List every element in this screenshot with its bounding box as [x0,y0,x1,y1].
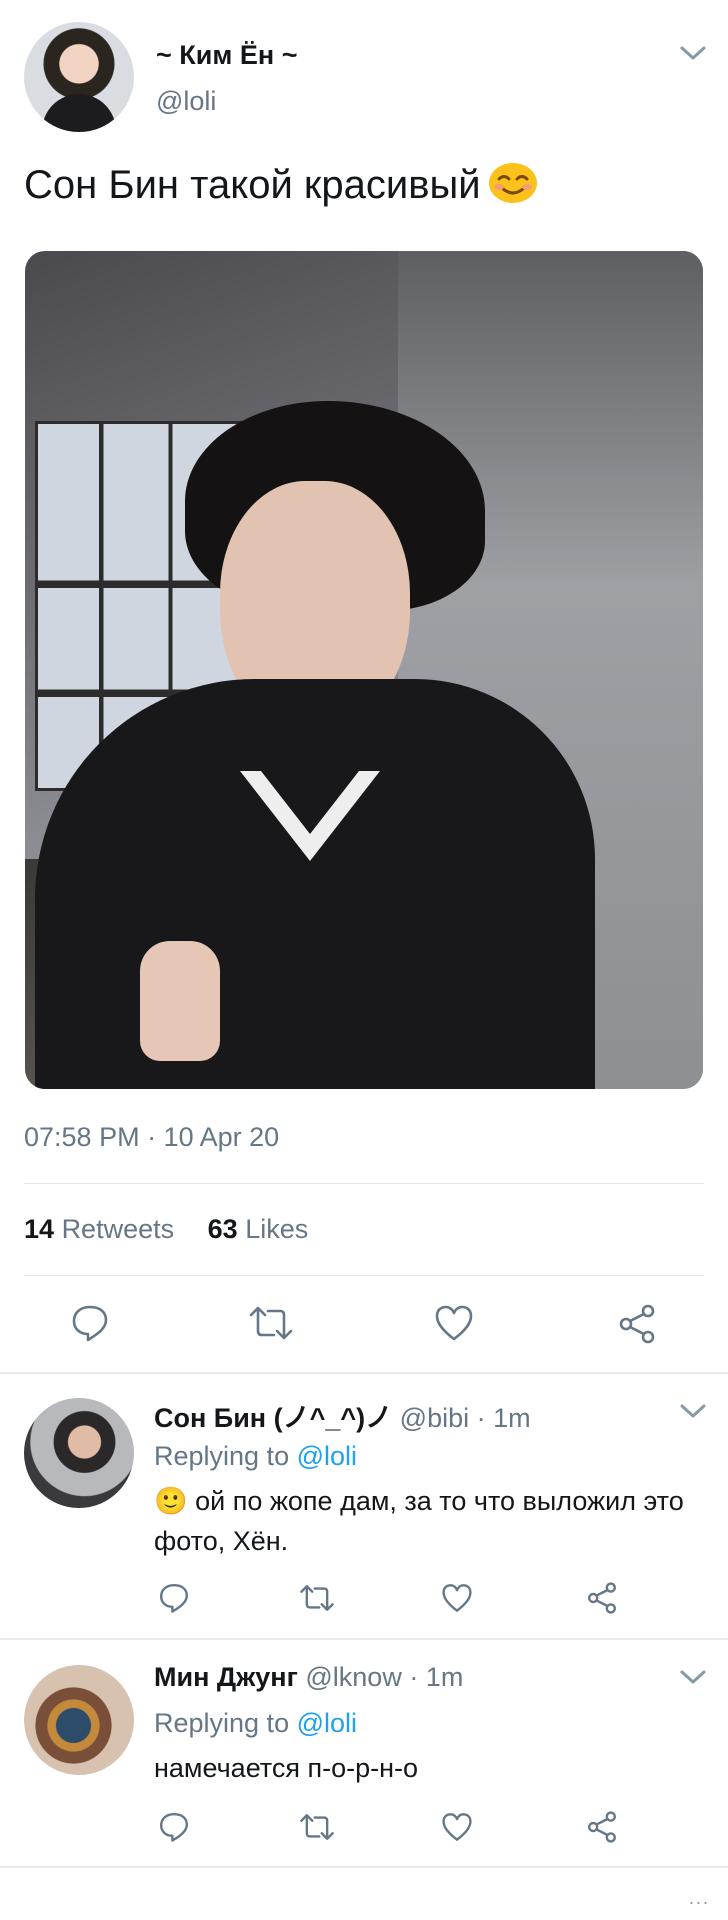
likes-label[interactable]: Likes [245,1214,308,1244]
share-icon[interactable] [586,1811,618,1843]
chevron-down-icon[interactable] [678,1666,708,1688]
reply-icon[interactable] [158,1582,190,1614]
reply-handle-time[interactable]: @bibi · 1m [400,1403,531,1433]
separator [0,1372,728,1374]
reply-text: намечается п-о-р-н-о [154,1753,419,1783]
author-avatar[interactable] [24,22,134,132]
share-icon[interactable] [586,1582,618,1614]
reply-author-name[interactable]: Мин Джунг [154,1662,298,1692]
chevron-down-icon[interactable] [678,1400,708,1422]
heart-icon[interactable] [441,1583,473,1613]
reply-icon[interactable] [70,1303,110,1343]
reply-avatar[interactable] [24,1398,134,1508]
tweet-timestamp: 07:58 PM · 10 Apr 20 [24,1122,280,1152]
replying-prefix: Replying to [154,1441,290,1471]
author-handle[interactable]: @loli [156,86,216,117]
smiling-face-emoji-icon [487,162,539,204]
likes-count[interactable]: 63 [208,1214,238,1244]
retweet-icon[interactable] [299,1583,335,1613]
tweet-text: Сон Бин такой красивый [24,162,539,208]
replying-link[interactable]: @loli [297,1441,357,1471]
replying-link[interactable]: @loli [297,1708,357,1738]
separator [0,1866,728,1868]
replying-to: Replying to @loli [154,1708,357,1739]
tweet-text-content: Сон Бин такой красивый [24,163,481,207]
chevron-down-icon[interactable] [678,42,708,64]
share-icon[interactable] [617,1304,657,1344]
more-indicator: ... [688,1888,710,1908]
separator [0,1638,728,1640]
heart-icon[interactable] [441,1812,473,1842]
heart-icon[interactable] [434,1304,474,1342]
reply-header[interactable]: Мин Джунг @lknow · 1m [154,1662,463,1693]
retweets-label[interactable]: Retweets [62,1214,175,1244]
retweet-icon[interactable] [248,1305,294,1341]
divider [24,1183,704,1184]
divider [24,1275,704,1276]
tweet-photo[interactable] [25,251,703,1089]
retweets-count[interactable]: 14 [24,1214,54,1244]
retweet-icon[interactable] [299,1812,335,1842]
reply-author-name[interactable]: Сон Бин (ノ^_^)ノ [154,1403,392,1433]
reply-icon[interactable] [158,1811,190,1843]
reply-header[interactable]: Сон Бин (ノ^_^)ノ @bibi · 1m [154,1396,531,1435]
reply-handle-time[interactable]: @lknow · 1m [305,1662,463,1692]
reply-avatar[interactable] [24,1665,134,1775]
replying-prefix: Replying to [154,1708,290,1738]
replying-to: Replying to @loli [154,1441,357,1472]
reply-text: 🙂 ой по жопе дам, за то что выложил это … [154,1486,684,1556]
author-name[interactable]: ~ Ким Ён ~ [156,40,297,71]
tweet-stats: 14 Retweets 63 Likes [24,1214,308,1245]
